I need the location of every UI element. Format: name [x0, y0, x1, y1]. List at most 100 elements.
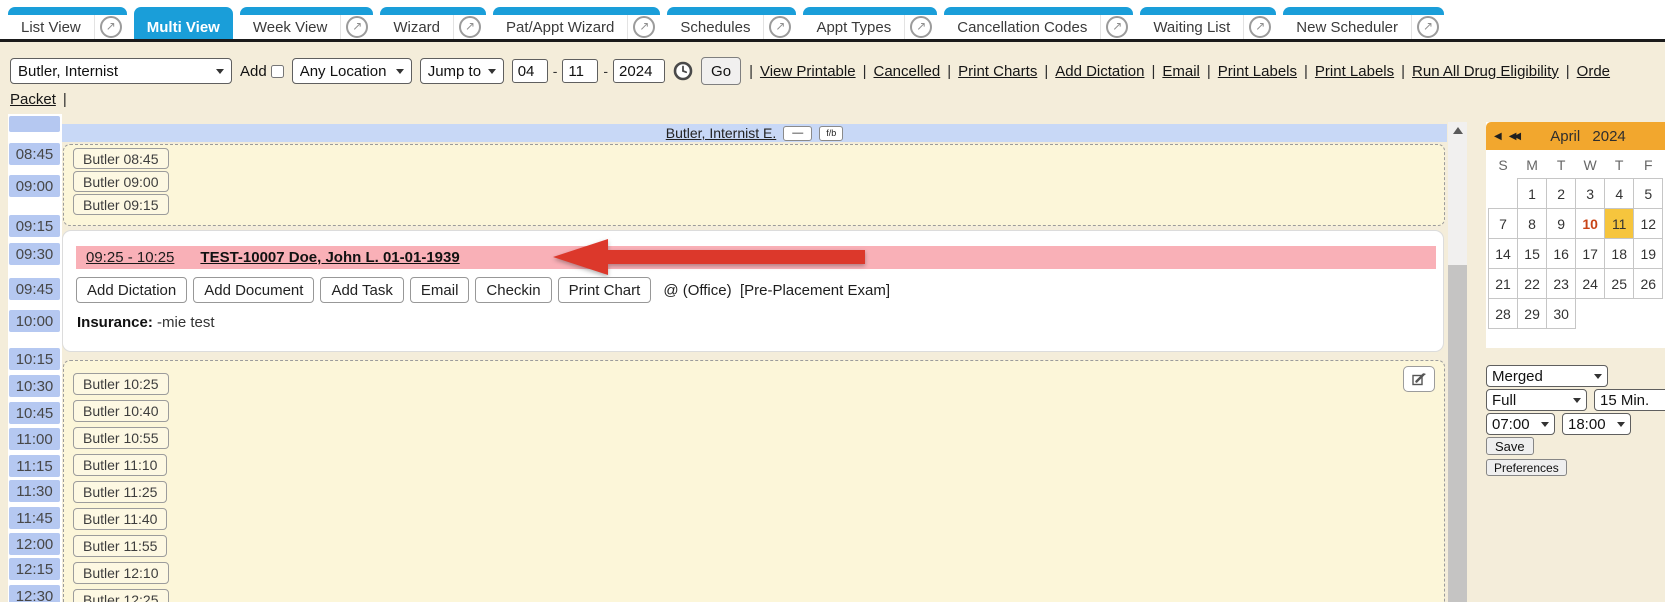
collapse-column-button[interactable]: —	[783, 126, 812, 141]
date-year-input[interactable]	[613, 59, 665, 83]
tab-list-view[interactable]: List View↗	[8, 7, 127, 39]
open-new-window-icon[interactable]: ↗	[1244, 16, 1276, 38]
open-new-window-icon[interactable]: ↗	[1412, 16, 1444, 38]
patient-link[interactable]: TEST-10007 Doe, John L. 01-01-1939	[200, 249, 459, 266]
calendar-day[interactable]: 26	[1634, 269, 1663, 299]
calendar-day[interactable]: 4	[1605, 179, 1634, 209]
calendar-day[interactable]: 25	[1605, 269, 1634, 299]
calendar-day[interactable]: 19	[1634, 239, 1663, 269]
toolbar-link-run-all-drug-eligibility[interactable]: Run All Drug Eligibility	[1412, 63, 1559, 80]
open-new-window-icon[interactable]: ↗	[1101, 16, 1133, 38]
appointment-time-link[interactable]: 09:25 - 10:25	[86, 249, 174, 266]
toolbar-link-view-printable[interactable]: View Printable	[760, 63, 856, 80]
tab-cancellation-codes[interactable]: Cancellation Codes↗	[944, 7, 1133, 39]
open-slot-button[interactable]: Butler 11:25	[73, 481, 167, 503]
toolbar-link-cancelled[interactable]: Cancelled	[874, 63, 941, 80]
calendar-day[interactable]: 16	[1547, 239, 1576, 269]
open-slot-button[interactable]: Butler 11:55	[73, 535, 167, 557]
view-mode-select[interactable]: Merged	[1486, 365, 1608, 387]
toolbar-link-print-labels[interactable]: Print Labels	[1218, 63, 1297, 80]
calendar-day[interactable]: 24	[1576, 269, 1605, 299]
open-slot-button[interactable]: Butler 12:10	[73, 562, 169, 584]
packet-link[interactable]: Packet	[10, 91, 56, 108]
tab-new-scheduler[interactable]: New Scheduler↗	[1283, 7, 1444, 39]
edit-schedule-button[interactable]	[1403, 366, 1435, 392]
tab-schedules[interactable]: Schedules↗	[667, 7, 796, 39]
open-new-window-icon[interactable]: ↗	[628, 16, 660, 38]
provider-header-link[interactable]: Butler, Internist E.	[666, 125, 777, 141]
zoom-select[interactable]: Full	[1486, 389, 1587, 411]
open-slot-button[interactable]: Butler 09:15	[73, 194, 169, 215]
calendar-day[interactable]: 11	[1605, 209, 1634, 239]
scrollbar-thumb[interactable]	[1448, 265, 1467, 602]
open-slot-button[interactable]: Butler 11:10	[73, 454, 167, 476]
scroll-up-arrow[interactable]	[1448, 122, 1467, 139]
calendar-day[interactable]: 12	[1634, 209, 1663, 239]
date-day-input[interactable]	[562, 59, 598, 83]
interval-select[interactable]: 15 Min.	[1594, 389, 1665, 411]
open-new-window-icon[interactable]: ↗	[454, 16, 486, 38]
tab-pat-appt-wizard[interactable]: Pat/Appt Wizard↗	[493, 7, 660, 39]
tab-multi-view[interactable]: Multi View	[134, 7, 233, 39]
calendar-day[interactable]: 28	[1489, 299, 1518, 329]
prev-year-icon[interactable]: ◀◀	[1509, 131, 1518, 142]
tab-week-view[interactable]: Week View↗	[240, 7, 373, 39]
vertical-scrollbar[interactable]	[1448, 122, 1467, 602]
jump-to-select[interactable]: Jump to	[420, 58, 504, 84]
fb-button[interactable]: f/b	[819, 126, 843, 141]
open-new-window-icon[interactable]: ↗	[905, 16, 937, 38]
calendar-day[interactable]: 3	[1576, 179, 1605, 209]
date-month-input[interactable]	[512, 59, 548, 83]
calendar-day[interactable]: 15	[1518, 239, 1547, 269]
calendar-day[interactable]: 10	[1576, 209, 1605, 239]
open-new-window-icon[interactable]: ↗	[95, 16, 127, 38]
add-document-button[interactable]: Add Document	[193, 277, 314, 303]
calendar-day[interactable]: 7	[1489, 209, 1518, 239]
location-select[interactable]: Any Location	[292, 58, 412, 84]
tab-waiting-list[interactable]: Waiting List↗	[1140, 7, 1276, 39]
add-checkbox[interactable]	[271, 65, 284, 78]
end-time-select[interactable]: 18:00	[1562, 413, 1631, 435]
provider-select[interactable]: Butler, Internist	[10, 58, 232, 84]
start-time-select[interactable]: 07:00	[1486, 413, 1555, 435]
calendar-day[interactable]: 17	[1576, 239, 1605, 269]
calendar-day[interactable]: 18	[1605, 239, 1634, 269]
calendar-day[interactable]: 23	[1547, 269, 1576, 299]
calendar-day[interactable]: 2	[1547, 179, 1576, 209]
calendar-clock-icon[interactable]	[673, 61, 693, 81]
calendar-day[interactable]: 8	[1518, 209, 1547, 239]
email-button[interactable]: Email	[410, 277, 470, 303]
calendar-day[interactable]: 21	[1489, 269, 1518, 299]
open-slot-button[interactable]: Butler 10:25	[73, 373, 169, 395]
calendar-day[interactable]: 5	[1634, 179, 1663, 209]
tab-appt-types[interactable]: Appt Types↗	[803, 7, 937, 39]
toolbar-link-print-charts[interactable]: Print Charts	[958, 63, 1037, 80]
calendar-day[interactable]: 9	[1547, 209, 1576, 239]
open-slot-button[interactable]: Butler 11:40	[73, 508, 167, 530]
open-slot-button[interactable]: Butler 09:00	[73, 171, 169, 192]
go-button[interactable]: Go	[701, 57, 741, 85]
toolbar-link-email[interactable]: Email	[1162, 63, 1200, 80]
open-slot-button[interactable]: Butler 10:40	[73, 400, 169, 422]
open-new-window-icon[interactable]: ↗	[764, 16, 796, 38]
calendar-day[interactable]: 1	[1518, 179, 1547, 209]
calendar-day[interactable]: 30	[1547, 299, 1576, 329]
open-slot-button[interactable]: Butler 08:45	[73, 148, 169, 169]
tab-wizard[interactable]: Wizard↗	[380, 7, 486, 39]
calendar-day[interactable]: 29	[1518, 299, 1547, 329]
print-chart-button[interactable]: Print Chart	[558, 277, 652, 303]
toolbar-link-orde[interactable]: Orde	[1577, 63, 1610, 80]
toolbar-link-print-labels[interactable]: Print Labels	[1315, 63, 1394, 80]
prev-month-icon[interactable]: ◀	[1494, 131, 1502, 142]
open-slot-button[interactable]: Butler 10:55	[73, 427, 169, 449]
checkin-button[interactable]: Checkin	[475, 277, 551, 303]
open-new-window-icon[interactable]: ↗	[341, 16, 373, 38]
preferences-button[interactable]: Preferences	[1486, 459, 1567, 476]
calendar-day[interactable]: 14	[1489, 239, 1518, 269]
save-button[interactable]: Save	[1486, 437, 1534, 455]
toolbar-link-add-dictation[interactable]: Add Dictation	[1055, 63, 1144, 80]
calendar-day[interactable]: 22	[1518, 269, 1547, 299]
open-slot-button[interactable]: Butler 12:25	[73, 589, 169, 602]
add-dictation-button[interactable]: Add Dictation	[76, 277, 187, 303]
add-task-button[interactable]: Add Task	[320, 277, 403, 303]
